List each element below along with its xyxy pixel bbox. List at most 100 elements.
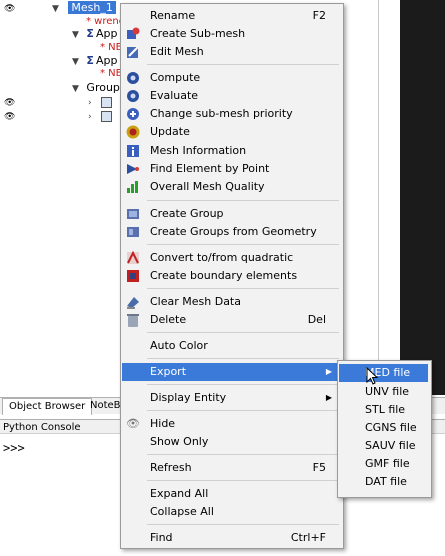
chevron-right-icon[interactable]: ›: [88, 98, 92, 108]
menu-item-clear-mesh-data[interactable]: Clear Mesh Data: [122, 293, 342, 311]
menu-item-update[interactable]: Update: [122, 123, 342, 141]
menu-shortcut: F2: [312, 9, 326, 22]
menu-item-evaluate[interactable]: Evaluate: [122, 87, 342, 105]
menu-item-change-priority[interactable]: Change sub-mesh priority: [122, 105, 342, 123]
menu-label: Delete: [150, 313, 187, 326]
sub-mesh-icon: [127, 27, 140, 39]
menu-label: Collapse All: [150, 505, 214, 518]
submenu-arrow-icon: ▶: [325, 367, 332, 376]
export-unv-file[interactable]: UNV file: [339, 383, 428, 401]
menu-item-edit-mesh[interactable]: Edit Mesh: [122, 43, 342, 61]
tree-item-group-2[interactable]: ›: [88, 108, 113, 124]
menu-item-find[interactable]: Find Ctrl+F: [122, 529, 342, 547]
group-icon: [101, 96, 113, 108]
chevron-right-icon[interactable]: ›: [88, 112, 92, 122]
quality-chart-icon: [127, 181, 138, 193]
menu-label: Find: [150, 531, 173, 544]
menu-label: Rename: [150, 9, 196, 22]
algorithm-1-label: App: [95, 27, 118, 40]
eye-icon[interactable]: 👁: [4, 0, 15, 16]
boundary-elements-icon: [127, 270, 139, 282]
export-dat-file[interactable]: DAT file: [339, 473, 428, 491]
menu-item-show-only[interactable]: Show Only: [122, 433, 342, 451]
menu-label: Clear Mesh Data: [150, 295, 241, 308]
export-cgns-file[interactable]: CGNS file: [339, 419, 428, 437]
menu-label: Edit Mesh: [150, 45, 204, 58]
menu-item-compute[interactable]: Compute: [122, 69, 342, 87]
quadratic-icon: [127, 250, 139, 264]
find-element-icon: [127, 164, 139, 174]
chevron-down-icon[interactable]: ▼: [52, 4, 59, 14]
edit-mesh-icon: [127, 46, 139, 58]
mouse-cursor-icon: [366, 367, 378, 385]
menu-item-expand-all[interactable]: Expand All: [122, 485, 342, 503]
menu-label: Refresh: [150, 461, 192, 474]
menu-label: Evaluate: [150, 89, 199, 102]
chevron-down-icon[interactable]: ▼: [72, 30, 79, 40]
menu-item-convert-quadratic[interactable]: Convert to/from quadratic: [122, 249, 342, 267]
tab-object-browser[interactable]: Object Browser: [2, 398, 93, 415]
menu-label: Mesh Information: [150, 144, 247, 157]
chevron-down-icon[interactable]: ▼: [72, 57, 79, 67]
group-icon: [101, 110, 113, 122]
menu-separator: [147, 244, 339, 245]
export-sauv-file[interactable]: SAUV file: [339, 437, 428, 455]
menu-shortcut: Ctrl+F: [290, 531, 326, 544]
menu-item-find-element[interactable]: Find Element by Point: [122, 160, 342, 178]
menu-item-delete[interactable]: Delete Del: [122, 311, 342, 329]
menu-item-hide[interactable]: 👁 Hide: [122, 415, 342, 433]
menu-separator: [147, 410, 339, 411]
viewer-area[interactable]: [400, 0, 445, 395]
menu-separator: [147, 200, 339, 201]
priority-gear-icon: [127, 108, 139, 120]
menu-label: Change sub-mesh priority: [150, 107, 293, 120]
menu-separator: [147, 332, 339, 333]
menu-separator: [147, 358, 339, 359]
menu-label: Export: [150, 365, 187, 378]
menu-item-collapse-all[interactable]: Collapse All: [122, 503, 342, 521]
menu-item-display-entity[interactable]: Display Entity ▶: [122, 389, 342, 407]
menu-item-rename[interactable]: Rename F2: [122, 7, 342, 25]
menu-item-overall-quality[interactable]: Overall Mesh Quality: [122, 178, 342, 196]
menu-label: Create Groups from Geometry: [150, 225, 317, 238]
eye-icon: 👁: [126, 417, 140, 430]
menu-shortcut: Del: [307, 313, 326, 326]
groups-geometry-icon: [127, 227, 139, 237]
menu-separator: [147, 384, 339, 385]
mesh-info-icon: [127, 145, 139, 157]
python-prompt: >>>: [3, 441, 25, 455]
menu-label: Find Element by Point: [150, 162, 270, 175]
trash-icon: [127, 314, 139, 327]
menu-item-create-group[interactable]: Create Group: [122, 205, 342, 223]
menu-item-create-groups-geometry[interactable]: Create Groups from Geometry: [122, 223, 342, 241]
create-group-icon: [127, 209, 139, 219]
menu-label: Expand All: [150, 487, 209, 500]
context-menu: Rename F2 Create Sub-mesh Edit Mesh Comp…: [120, 3, 344, 549]
compute-gear-icon: [127, 72, 139, 84]
sigma-icon: Σ: [86, 54, 94, 67]
export-stl-file[interactable]: STL file: [339, 401, 428, 419]
update-icon: [126, 125, 140, 139]
menu-label: Update: [150, 125, 190, 138]
mesh-label: Mesh_1: [68, 1, 116, 14]
menu-label: Display Entity: [150, 391, 227, 404]
menu-item-create-boundary[interactable]: Create boundary elements: [122, 267, 342, 285]
evaluate-gear-icon: [127, 90, 139, 102]
menu-item-refresh[interactable]: Refresh F5: [122, 459, 342, 477]
export-submenu: MED file UNV file STL file CGNS file SAU…: [337, 360, 432, 498]
export-med-file[interactable]: MED file: [339, 364, 428, 382]
menu-label: Hide: [150, 417, 176, 430]
menu-label: Overall Mesh Quality: [150, 180, 265, 193]
menu-item-mesh-information[interactable]: Mesh Information: [122, 142, 342, 160]
tree-scrollbar[interactable]: [378, 0, 401, 395]
export-gmf-file[interactable]: GMF file: [339, 455, 428, 473]
chevron-down-icon[interactable]: ▼: [72, 84, 79, 94]
menu-item-export[interactable]: Export ▶: [122, 363, 342, 381]
eye-icon[interactable]: 👁: [4, 108, 15, 124]
menu-item-auto-color[interactable]: Auto Color: [122, 337, 342, 355]
menu-item-create-sub-mesh[interactable]: Create Sub-mesh: [122, 25, 342, 43]
sigma-icon: Σ: [86, 27, 94, 40]
menu-label: Compute: [150, 71, 201, 84]
menu-shortcut: F5: [312, 461, 326, 474]
submenu-arrow-icon: ▶: [325, 393, 332, 402]
